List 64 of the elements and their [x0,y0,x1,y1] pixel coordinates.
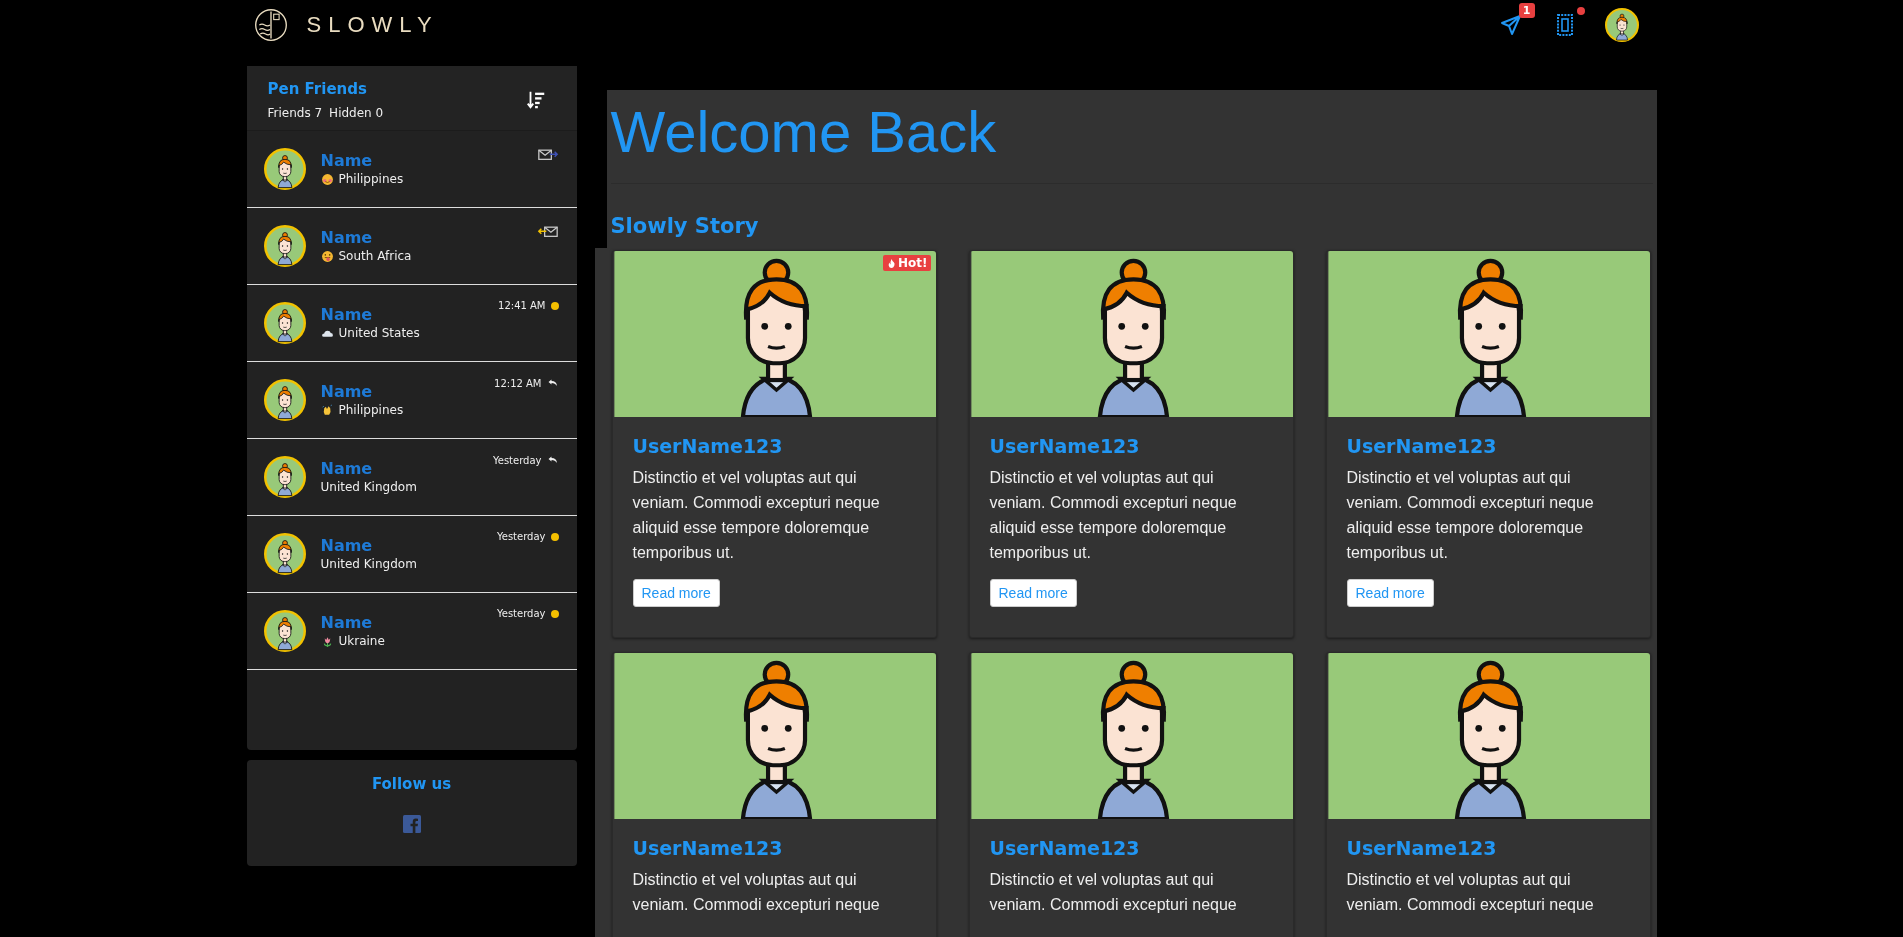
story-username: UserName123 [632,435,784,457]
friend-location: United States [338,326,420,340]
unread-dot [550,532,559,541]
friend-location: Ukraine [338,634,385,648]
friend-name: Name [320,228,374,247]
count-label: Friends 7 [267,106,323,120]
friend-item[interactable]: Name Philippines 12:12 AM [246,362,577,439]
story-username: UserName123 [632,837,784,859]
friend-location: South Africa [338,249,412,263]
last-letter-time: Yesterday [496,608,546,619]
story-text: Distinctio et vel voluptas aut qui veniam. Commodi excepturi neque aliquid esse tempore doloremque temporibus ut. [1346,468,1595,563]
story-username: UserName123 [989,435,1141,457]
story-text: Distinctio et vel voluptas aut qui veniam. Commodi excepturi neque aliquid esse tempore doloremque temporibus ut. [632,468,881,563]
send-icon[interactable] [1498,13,1523,37]
friend-item[interactable]: Name Philippines [246,131,577,208]
unread-dot [550,301,559,310]
friend-location: Philippines [338,403,404,417]
story-username: UserName123 [1346,435,1498,457]
last-letter-time: 12:41 AM [498,300,546,311]
story-username: UserName123 [989,837,1141,859]
friend-avatar [263,148,306,190]
friend-avatar [263,533,306,575]
last-letter-time: 12:12 AM [494,377,542,389]
last-letter-time: Yesterday [492,454,542,466]
mood-icon [320,403,334,417]
page-title: Welcome Back [610,90,1653,184]
friend-avatar [263,379,306,421]
friend-name: Name [320,613,374,632]
friend-avatar [263,456,306,498]
story-text: Distinctio et vel voluptas aut qui veniam. Commodi excepturi neque [989,870,1238,915]
story-text: Distinctio et vel voluptas aut qui veniam. Commodi excepturi neque [632,870,881,915]
friend-location: Philippines [338,172,404,186]
friend-item[interactable]: Name Ukraine Yesterday [246,593,577,670]
friend-avatar [263,225,306,267]
friend-item[interactable]: Name United Kingdom Yesterday [246,439,577,516]
friend-name: Name [320,151,374,170]
panel-title: Pen Friends [267,80,368,98]
hot-badge: Hot! [883,255,931,271]
story-text: Distinctio et vel voluptas aut qui veniam. Commodi excepturi neque aliquid esse tempore doloremque temporibus ut. [989,468,1238,563]
unread-dot [550,609,559,618]
follow-title: Follow us [371,775,452,793]
logo-icon [252,7,289,43]
profile-avatar[interactable] [1604,8,1639,42]
section-title: Slowly Story [610,214,760,238]
friend-item[interactable]: Name United States 12:41 AM [246,285,577,362]
friend-avatar [263,610,306,652]
friend-name: Name [320,536,374,555]
mood-icon [320,172,334,186]
friend-item[interactable]: Name United Kingdom Yesterday [246,516,577,593]
friend-item[interactable]: Name South Africa [246,208,577,285]
friend-name: Name [320,382,374,401]
notification-badge: 1 [1518,3,1535,18]
friend-name: Name [320,459,374,478]
sort-icon[interactable] [524,89,547,111]
count-label: Hidden 0 [329,106,384,120]
mood-icon [320,249,334,263]
last-letter-time: Yesterday [496,531,546,542]
friend-location: United Kingdom [320,557,417,571]
story-username: UserName123 [1346,837,1498,859]
story-text: Distinctio et vel voluptas aut qui veniam. Commodi excepturi neque [1346,870,1595,915]
logo-wordmark: SLOWLY [306,12,439,38]
friend-location: United Kingdom [320,480,417,494]
friend-avatar [263,302,306,344]
friend-name: Name [320,305,374,324]
